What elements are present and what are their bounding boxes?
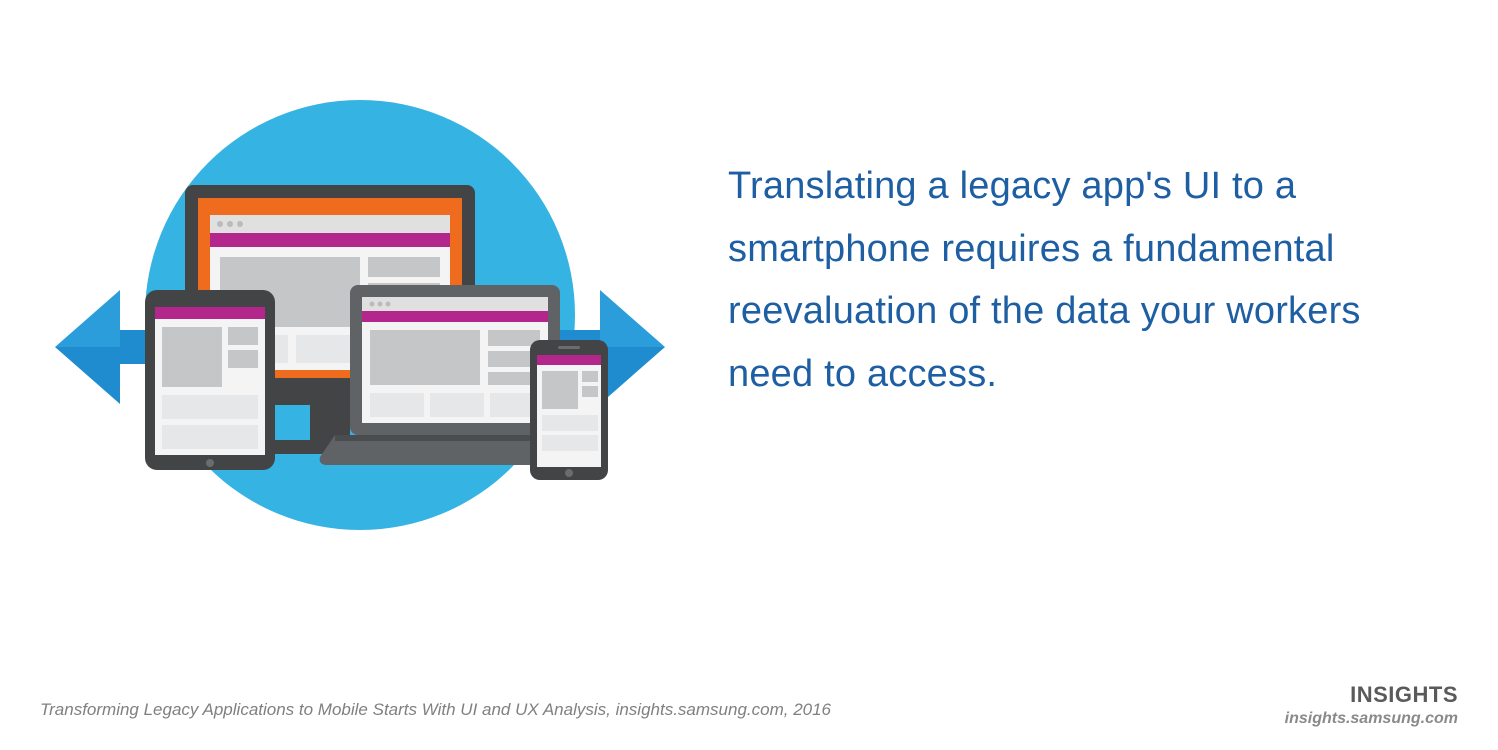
source-citation: Transforming Legacy Applications to Mobi… xyxy=(40,700,831,720)
smartphone-icon xyxy=(530,340,608,480)
brand-url: insights.samsung.com xyxy=(1285,710,1458,728)
brand-name: INSIGHTS xyxy=(1285,682,1458,708)
main-quote: Translating a legacy app's UI to a smart… xyxy=(728,155,1378,406)
infographic-canvas: Translating a legacy app's UI to a smart… xyxy=(0,0,1498,750)
devices-illustration xyxy=(50,75,670,595)
tablet-icon xyxy=(145,290,275,470)
brand-block: INSIGHTS insights.samsung.com xyxy=(1285,682,1458,728)
